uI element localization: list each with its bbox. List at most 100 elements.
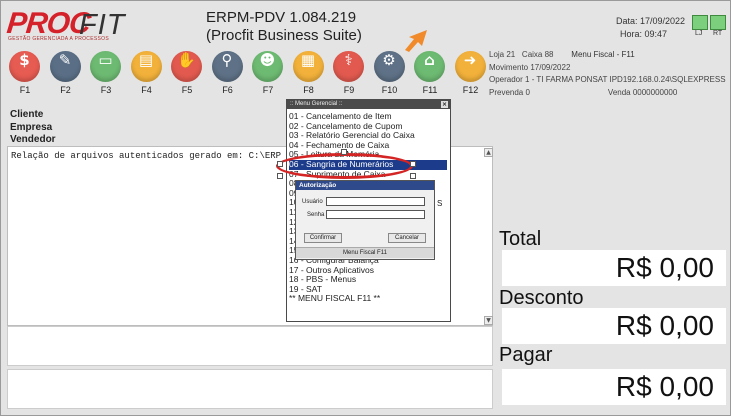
pos-window: PROC FIT GESTÃO GERENCIADA A PROCESSOS E… [0,0,731,416]
medical-icon[interactable]: ⚕ [333,51,364,82]
arrow-right-icon-glyph: ➜ [463,51,477,69]
procfit-logo: PROC FIT GESTÃO GERENCIADA A PROCESSOS [5,7,125,43]
fkey-button-f7[interactable]: ☻ F7 [248,51,288,99]
card-icon[interactable]: ▭ [90,51,121,82]
fkey-button-f1[interactable]: $ F1 [5,51,45,99]
desconto-value: R$ 0,00 [502,308,726,344]
menu-item[interactable]: 03 - Relatório Gerencial do Caixa [289,131,447,141]
hand-icon[interactable]: ✋ [171,51,202,82]
confirm-button[interactable]: Confirmar [304,233,342,243]
hand-icon-glyph: ✋ [177,51,196,69]
edit-icon[interactable]: ✎ [49,51,81,82]
menu-item[interactable]: 04 - Fechamento de Caixa [289,141,447,151]
bank-icon[interactable]: ⌂ [414,51,445,82]
resize-handle [410,161,416,167]
app-title: ERPM-PDV 1.084.219 (Procfit Business Sui… [206,9,396,45]
loja-value: Loja 21 [489,50,516,59]
status-light-rt-label: RT [713,30,723,37]
date-time: Data: 17/09/2022 Hora: 09:47 [616,15,685,41]
fkey-label: F7 [262,85,274,95]
resize-handle [341,149,347,155]
menu-item[interactable]: 02 - Cancelamento de Cupom [289,122,447,132]
cancel-button[interactable]: Cancelar [388,233,426,243]
fkey-label: F6 [222,85,233,95]
desconto-label: Desconto [499,287,584,309]
arrow-right-icon[interactable]: ➜ [454,51,486,82]
highlight-ring [276,153,413,179]
pagar-value: R$ 0,00 [502,369,726,405]
id-card-icon[interactable]: ▤ [130,51,162,82]
caixa-value: Caixa 88 [521,50,554,59]
calculator-icon[interactable]: ▦ [292,51,324,82]
fkey-button-f5[interactable]: ✋ F5 [167,51,207,99]
medical-icon-glyph: ⚕ [344,51,353,69]
menu-fiscal-hint: Menu Fiscal - F11 [571,50,635,59]
fkey-label: F11 [422,85,438,95]
fkey-button-f11[interactable]: ⌂ F11 [410,51,450,99]
status-light-lj [692,15,708,30]
menu-item[interactable]: 17 - Outros Aplicativos [289,266,447,276]
status-light-rt [710,15,726,30]
fkey-label: F4 [141,85,152,95]
menu-title: :: Menu Gerencial :: × [287,100,450,109]
input-area-1[interactable] [7,326,493,366]
search-icon[interactable]: ⚲ [211,51,243,82]
pointer-arrow-icon [405,30,427,52]
gears-icon[interactable]: ⚙ [373,51,405,82]
movimento-value: Movimento 17/09/2022 [489,62,571,72]
password-input[interactable] [326,210,425,219]
function-key-toolbar: $ F1 ✎ F2 ▭ F3 ▤ F4 ✋ F5 ⚲ F6 ☻ F7 ▦ F8 ⚕ F9 ⚙ F10 ⌂ F11 ➜ F12 [5,51,489,99]
fkey-button-f8[interactable]: ▦ F8 [289,51,329,99]
fkey-button-f3[interactable]: ▭ F3 [86,51,126,99]
venda-value: Venda 0000000000 [607,87,678,97]
cliente-label: Cliente [10,109,44,120]
card-icon-glyph: ▭ [98,51,113,69]
app-title-suite: (Procfit Business Suite) [206,27,362,44]
money-icon-glyph: $ [19,51,30,69]
fkey-button-f4[interactable]: ▤ F4 [127,51,167,99]
menu-item[interactable]: ** MENU FISCAL F11 ** [289,294,447,304]
date-label: Data: 17/09/2022 [616,16,686,26]
fkey-label: F1 [19,85,31,95]
menu-item[interactable]: 19 - SAT [289,285,447,295]
status-light-lj-label: LJ [695,30,703,37]
money-icon[interactable]: $ [9,51,40,82]
input-area-2[interactable] [7,369,493,409]
bank-icon-glyph: ⌂ [424,51,435,69]
fkey-button-f10[interactable]: ⚙ F10 [370,51,410,99]
prevenda-value: Prevenda 0 [489,87,530,97]
empresa-label: Empresa [10,121,53,133]
authorization-dialog: Autorização Usuário Senha S Confirmar Ca… [295,180,442,260]
auth-title: Autorização [296,181,434,190]
fkey-button-f2[interactable]: ✎ F2 [46,51,86,99]
fkey-button-f6[interactable]: ⚲ F6 [208,51,248,99]
operador-value: Operador 1 - TI FARMA PONSAT IPD192.168.… [489,75,726,84]
status-lights: LJ RT [692,15,728,37]
edit-icon-glyph: ✎ [58,51,72,69]
scroll-down-icon[interactable]: ▼ [484,316,493,325]
vendedor-label: Vendedor [10,134,56,145]
scroll-up-icon[interactable]: ▲ [484,148,493,157]
users-icon[interactable]: ☻ [252,51,283,82]
customer-labels: Cliente Empresa Vendedor [10,109,56,147]
close-icon[interactable]: × [441,101,448,108]
app-title-version: ERPM-PDV 1.084.219 [206,9,357,26]
session-info: Loja 21 Caixa 88 Menu Fiscal - F11 Movim… [489,49,729,105]
fkey-button-f9[interactable]: ⚕ F9 [329,51,369,99]
fkey-label: F2 [60,85,71,95]
menu-item[interactable]: 01 - Cancelamento de Item [289,112,447,122]
menu-item[interactable]: 18 - PBS - Menus [289,275,447,285]
calculator-icon-glyph: ▦ [300,51,316,69]
fkey-label: F8 [303,85,314,95]
gears-icon-glyph: ⚙ [382,51,396,69]
fkey-button-f12[interactable]: ➜ F12 [451,51,491,99]
auth-footer: Menu Fiscal F11 [296,247,434,258]
resize-handle [410,173,416,179]
fkey-label: F10 [381,85,398,95]
log-scrollbar[interactable]: ▲ ▼ [484,147,493,325]
user-input[interactable] [326,197,425,206]
pagar-label: Pagar [499,344,553,366]
user-label: Usuário [302,199,323,205]
time-label: Hora: 09:47 [620,29,668,39]
fkey-label: F5 [181,85,193,95]
